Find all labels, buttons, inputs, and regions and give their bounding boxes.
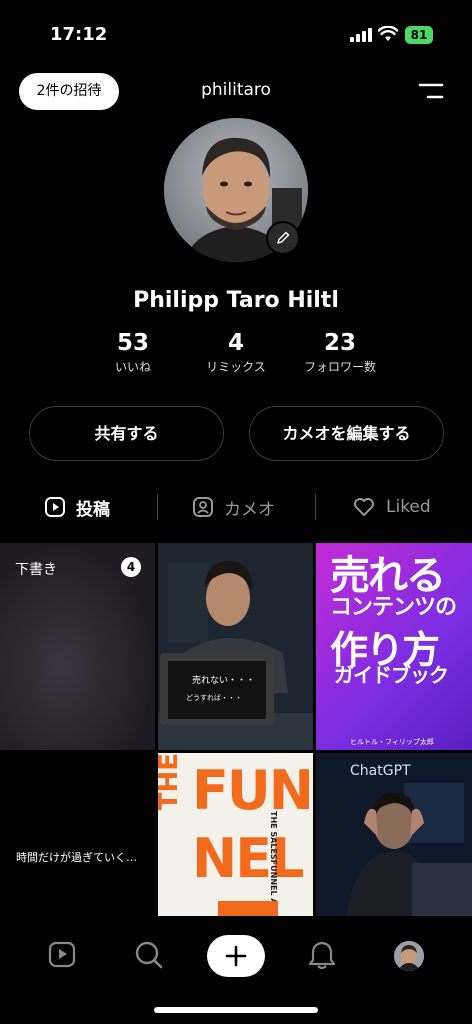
profile-name: Philipp Taro Hiltl bbox=[133, 288, 339, 313]
play-square-icon bbox=[45, 497, 65, 517]
stat-label: リミックス bbox=[206, 360, 266, 374]
home-indicator bbox=[154, 1007, 318, 1013]
book-subtitle: THE SALESFUNNEL AUTOMATION GUIDEBOOK bbox=[268, 811, 288, 911]
battery-level: 81 bbox=[410, 28, 428, 42]
book-title-line: FUN bbox=[192, 759, 313, 822]
book-title-line: NEL bbox=[192, 827, 304, 890]
laptop-screen: 売れない・・・ どうすれば・・・ bbox=[168, 661, 266, 719]
stat-label: フォロワー数 bbox=[303, 360, 376, 374]
book-author: ヒルトル・フィリップ太郎 bbox=[350, 738, 434, 746]
wifi-icon bbox=[378, 26, 398, 41]
bell-icon[interactable] bbox=[308, 940, 336, 970]
search-icon[interactable] bbox=[134, 940, 164, 970]
pencil-icon bbox=[277, 231, 290, 244]
plus-icon bbox=[225, 945, 247, 967]
status-time: 17:12 bbox=[50, 24, 108, 45]
tab-label: 投稿 bbox=[76, 499, 110, 520]
edit-avatar-button[interactable] bbox=[266, 221, 300, 255]
stat-value: 4 bbox=[227, 330, 244, 356]
book-title: ガイドブック bbox=[334, 663, 449, 687]
chatgpt-label: ChatGPT bbox=[350, 763, 411, 779]
stat-remixes[interactable]: 4 リミックス bbox=[176, 330, 296, 375]
profile-tab-avatar[interactable] bbox=[394, 941, 424, 971]
status-bar: 17:12 81 bbox=[0, 0, 472, 60]
book-title: THE bbox=[158, 753, 184, 811]
post-tile[interactable]: 売れる コンテンツの 作り方 ガイドブック ヒルトル・フィリップ太郎 bbox=[316, 543, 472, 750]
post-tile[interactable]: 売れない・・・ どうすれば・・・ bbox=[158, 543, 313, 750]
tab-cameo[interactable]: カメオ bbox=[192, 490, 275, 524]
create-post-button[interactable] bbox=[207, 935, 265, 977]
battery-icon: 81 bbox=[405, 26, 433, 44]
drafts-label: 下書き bbox=[15, 562, 57, 578]
page-title: philitaro bbox=[201, 80, 271, 100]
post-tile[interactable]: 時間だけが過ぎていく… bbox=[0, 753, 155, 916]
tab-divider bbox=[157, 494, 158, 520]
post-tile[interactable]: ChatGPT bbox=[316, 753, 472, 916]
tab-divider bbox=[315, 494, 316, 520]
feed-icon[interactable] bbox=[48, 940, 76, 968]
tab-label: カメオ bbox=[224, 499, 275, 520]
stat-value: 23 bbox=[323, 330, 356, 356]
share-button[interactable]: 共有する bbox=[29, 406, 224, 461]
stat-value: 53 bbox=[116, 330, 149, 356]
book-title: THE bbox=[158, 753, 190, 853]
menu-icon[interactable] bbox=[418, 82, 444, 100]
person-square-icon bbox=[193, 497, 213, 517]
signal-icon bbox=[350, 28, 372, 42]
stat-likes[interactable]: 53 いいね bbox=[73, 330, 193, 375]
edit-cameo-button[interactable]: カメオを編集する bbox=[249, 406, 444, 461]
tab-posts[interactable]: 投稿 bbox=[44, 490, 110, 524]
post-text: 時間だけが過ぎていく… bbox=[16, 851, 137, 864]
post-tile[interactable]: THE FUN NEL THE SALESFUNNEL AUTOMATION G… bbox=[158, 753, 313, 916]
stat-followers[interactable]: 23 フォロワー数 bbox=[280, 330, 400, 375]
drafts-tile[interactable]: 下書き 4 bbox=[0, 543, 155, 750]
book-subtitle-text: THE SALESFUNNEL AUTOMATION GUIDEBOOK bbox=[268, 811, 278, 911]
drafts-count-badge: 4 bbox=[121, 557, 141, 577]
laptop-text: どうすれば・・・ bbox=[186, 694, 242, 702]
book-title: コンテンツの bbox=[330, 595, 457, 620]
book-stripe bbox=[218, 901, 278, 916]
tab-liked[interactable]: Liked bbox=[352, 490, 431, 524]
heart-icon bbox=[354, 498, 374, 516]
tab-label: Liked bbox=[386, 497, 431, 517]
laptop-text: 売れない・・・ bbox=[192, 676, 256, 686]
stat-label: いいね bbox=[114, 360, 151, 374]
book-title: FUN NEL bbox=[192, 757, 313, 893]
